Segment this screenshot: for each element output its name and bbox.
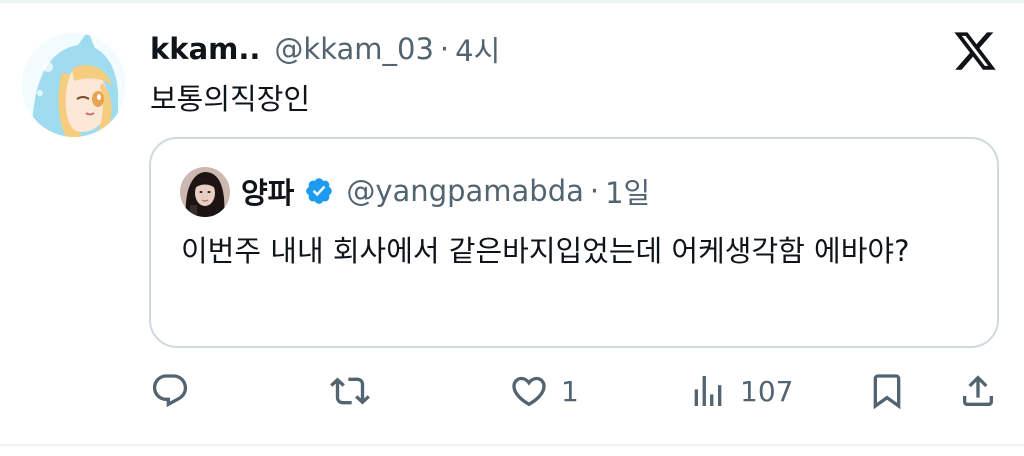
quoted-timestamp[interactable]: 1일 — [605, 170, 650, 212]
display-name[interactable]: kkam.. — [150, 32, 260, 66]
bookmark-icon — [873, 374, 901, 410]
verified-icon — [306, 178, 333, 204]
action-bar: 1 107 — [150, 366, 1000, 416]
bookmark-button[interactable] — [867, 366, 907, 416]
x-logo-icon — [954, 32, 996, 70]
tweet-text: 보통의직장인 — [150, 82, 311, 116]
share-button[interactable] — [958, 366, 998, 416]
view-count: 107 — [740, 374, 794, 408]
quoted-handle[interactable]: @yangpamabda — [346, 174, 584, 208]
like-icon — [512, 376, 546, 407]
share-icon — [963, 375, 993, 406]
avatar[interactable] — [22, 33, 126, 137]
quoted-display-name[interactable]: 양파 — [241, 170, 294, 212]
quoted-header: 양파 @yangpamabda · 1일 — [241, 169, 650, 213]
retweet-button[interactable] — [330, 366, 370, 416]
quoted-avatar[interactable] — [180, 167, 230, 217]
retweet-icon — [330, 377, 370, 405]
like-count: 1 — [561, 374, 579, 408]
views-icon — [694, 376, 722, 406]
tweet-header: kkam.. @kkam_03 · 4시 — [150, 28, 500, 70]
reply-icon — [152, 374, 188, 408]
quoted-tweet[interactable]: 양파 @yangpamabda · 1일 이번주 내내 회사에서 같은바지입었는… — [149, 137, 999, 348]
quoted-separator-dot: · — [589, 174, 600, 208]
like-button[interactable]: 1 — [509, 366, 579, 416]
user-handle[interactable]: @kkam_03 — [274, 32, 434, 66]
timestamp[interactable]: 4시 — [455, 28, 500, 70]
avatar-image-icon — [22, 33, 126, 137]
quoted-avatar-image-icon — [180, 167, 230, 217]
top-divider — [0, 0, 1024, 3]
separator-dot: · — [439, 32, 450, 66]
reply-button[interactable] — [150, 366, 190, 416]
views-button[interactable]: 107 — [688, 366, 793, 416]
quoted-text: 이번주 내내 회사에서 같은바지입었는데 어케생각함 에바야? — [181, 234, 910, 268]
bottom-divider — [0, 444, 1024, 446]
